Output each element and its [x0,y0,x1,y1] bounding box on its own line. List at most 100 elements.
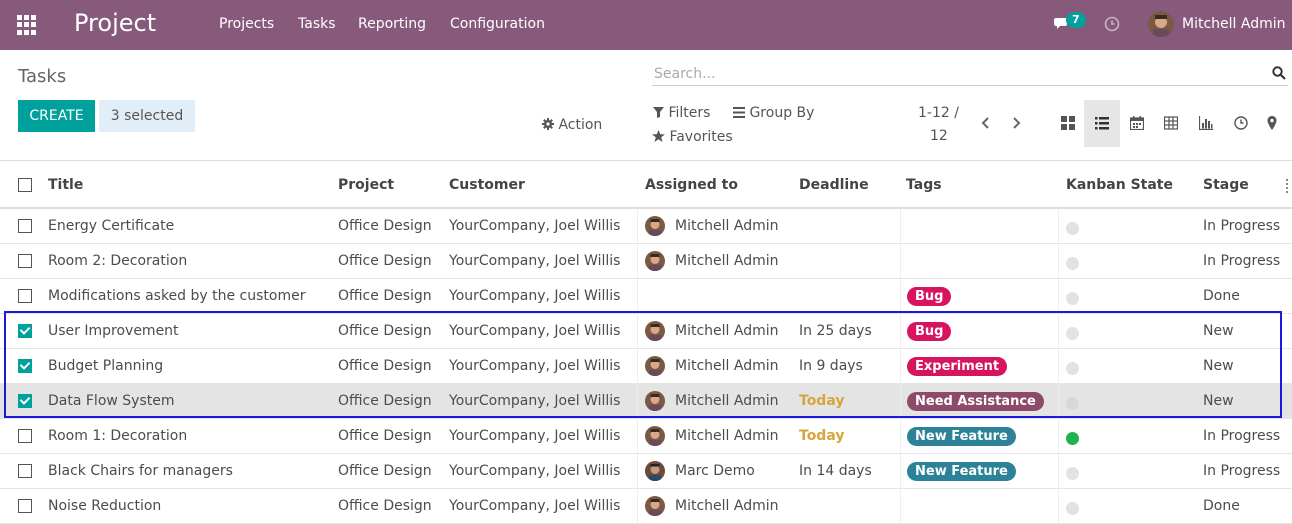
row-checkbox[interactable] [18,429,32,443]
row-checkbox[interactable] [18,219,32,233]
table-header: Title Project Customer Assigned to Deadl… [0,160,1292,209]
row-checkbox[interactable] [18,499,32,513]
bar-chart-icon [1199,116,1213,130]
pivot-view-button[interactable] [1153,100,1189,147]
task-title[interactable]: Noise Reduction [48,498,161,514]
select-all-checkbox[interactable] [18,178,32,192]
app-brand: Project [74,9,157,37]
menu-tasks[interactable]: Tasks [298,16,336,32]
pager-value[interactable]: 1-12 / [918,105,959,121]
table-row[interactable]: Black Chairs for managers Office Design Yo… [0,454,1292,489]
task-deadline: Today [799,393,845,409]
task-stage: In Progress [1203,218,1281,234]
column-divider [637,384,638,419]
group-by-label: Group By [749,105,815,121]
task-tag: New Feature [907,462,1016,481]
filters-button[interactable]: Filters [653,105,710,121]
map-view-button[interactable] [1254,100,1290,147]
task-stage: New [1203,323,1234,339]
task-title[interactable]: User Improvement [48,323,179,339]
kanban-state-indicator[interactable] [1066,362,1079,375]
task-project: Office Design [338,253,432,269]
header-project[interactable]: Project [338,177,394,193]
row-checkbox[interactable] [18,394,32,408]
table-row[interactable]: Room 2: Decoration Office Design YourCompa… [0,244,1292,279]
row-checkbox[interactable] [18,324,32,338]
action-button[interactable]: Action [542,117,602,133]
table-row[interactable]: Room 1: Decoration Office Design YourCompa… [0,419,1292,454]
kanban-state-indicator[interactable] [1066,222,1079,235]
menu-configuration[interactable]: Configuration [450,16,545,32]
kanban-state-indicator[interactable] [1066,502,1079,515]
search-icon[interactable] [1272,66,1286,80]
header-title[interactable]: Title [48,177,83,193]
pager-next-icon[interactable] [1010,116,1022,130]
kanban-state-indicator[interactable] [1066,432,1079,445]
menu-projects[interactable]: Projects [219,16,274,32]
graph-view-button[interactable] [1188,100,1224,147]
kanban-state-indicator[interactable] [1066,467,1079,480]
list-view-icon [1095,117,1109,130]
kanban-state-indicator[interactable] [1066,327,1079,340]
header-assigned-to[interactable]: Assigned to [645,177,738,193]
task-project: Office Design [338,358,432,374]
kanban-state-indicator[interactable] [1066,292,1079,305]
list-view-button[interactable] [1084,100,1120,147]
task-title[interactable]: Budget Planning [48,358,163,374]
kanban-state-indicator[interactable] [1066,257,1079,270]
create-button[interactable]: CREATE [18,100,95,132]
task-title[interactable]: Room 1: Decoration [48,428,187,444]
search-input[interactable] [654,64,1254,84]
row-checkbox[interactable] [18,289,32,303]
clock-icon [1234,116,1248,130]
column-divider [900,419,901,454]
group-by-button[interactable]: Group By [733,105,814,121]
kanban-view-button[interactable] [1050,100,1086,147]
column-divider [637,279,638,314]
task-title[interactable]: Black Chairs for managers [48,463,233,479]
task-title[interactable]: Modifications asked by the customer [48,288,305,304]
gear-icon [542,118,554,130]
table-row[interactable]: Budget Planning Office Design YourCompany,… [0,349,1292,384]
row-checkbox[interactable] [18,359,32,373]
column-divider [1058,489,1059,524]
kanban-state-indicator[interactable] [1066,397,1079,410]
header-customer[interactable]: Customer [449,177,525,193]
action-label: Action [558,117,603,133]
table-row[interactable]: Noise Reduction Office Design YourCompany,… [0,489,1292,524]
kanban-view-icon [1061,116,1075,130]
task-title[interactable]: Room 2: Decoration [48,253,187,269]
table-row[interactable]: User Improvement Office Design YourCompany… [0,314,1292,349]
column-options-handle[interactable] [1286,179,1292,193]
user-name[interactable]: Mitchell Admin [1182,16,1286,32]
row-checkbox[interactable] [18,464,32,478]
assignee-avatar [645,321,665,341]
task-project: Office Design [338,323,432,339]
table-row[interactable]: Modifications asked by the customer Offic… [0,279,1292,314]
menu-reporting[interactable]: Reporting [358,16,426,32]
row-checkbox[interactable] [18,254,32,268]
task-project: Office Design [338,498,432,514]
calendar-view-button[interactable] [1119,100,1155,147]
task-assignee: Marc Demo [675,463,755,479]
assignee-avatar [645,356,665,376]
column-divider [1058,454,1059,489]
table-row[interactable]: Energy Certificate Office Design YourCompa… [0,209,1292,244]
pager-prev-icon[interactable] [980,116,992,130]
header-tags[interactable]: Tags [906,177,942,193]
task-assignee: Mitchell Admin [675,428,779,444]
user-avatar[interactable] [1148,11,1174,37]
header-deadline[interactable]: Deadline [799,177,869,193]
task-stage: In Progress [1203,463,1281,479]
favorites-button[interactable]: Favorites [652,129,733,145]
task-title[interactable]: Energy Certificate [48,218,174,234]
header-stage[interactable]: Stage [1203,177,1249,193]
apps-grid-icon[interactable] [17,15,37,35]
activity-clock-icon[interactable] [1104,16,1120,32]
task-title[interactable]: Data Flow System [48,393,175,409]
map-marker-icon [1267,116,1277,130]
header-kanban-state[interactable]: Kanban State [1066,177,1173,193]
task-stage: New [1203,358,1234,374]
task-assignee: Mitchell Admin [675,358,779,374]
table-row[interactable]: Data Flow System Office Design YourCompany… [0,384,1292,419]
